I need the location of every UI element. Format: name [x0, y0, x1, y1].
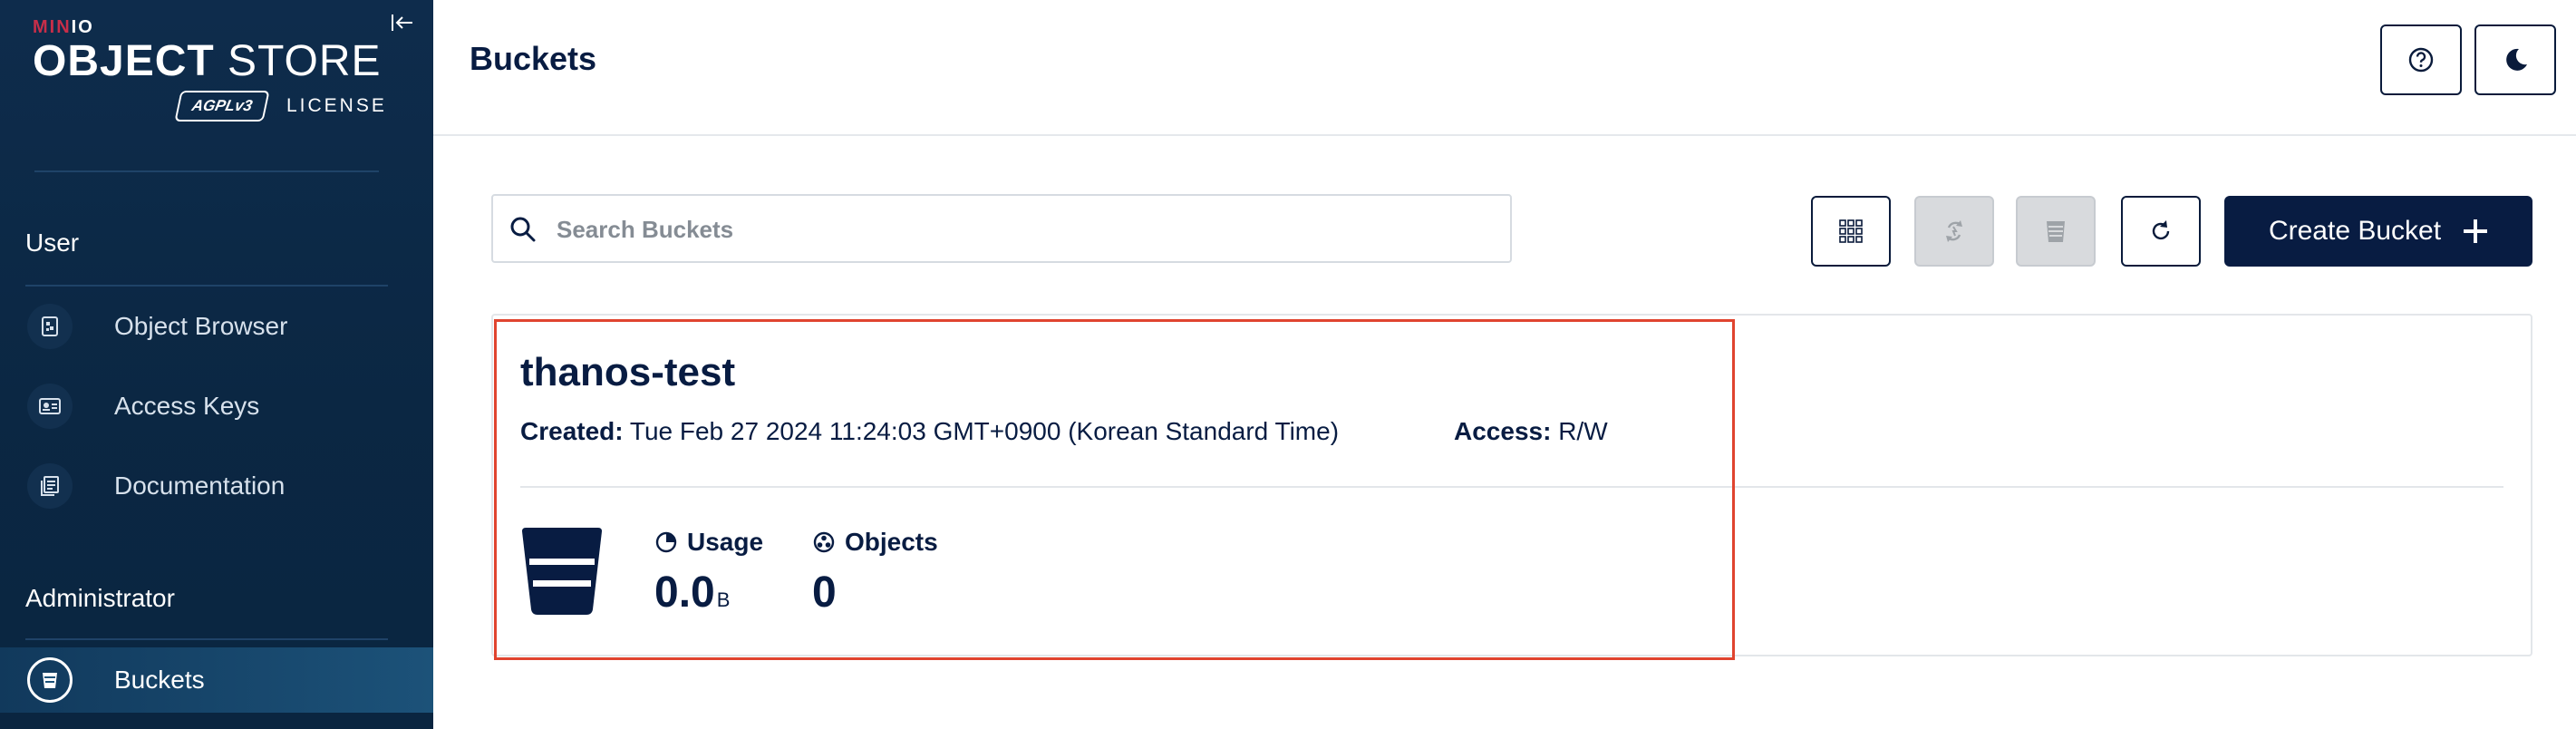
page-title: Buckets	[470, 40, 597, 77]
sidebar-item-object-browser[interactable]: Object Browser	[0, 294, 433, 359]
objects-label: Objects	[845, 528, 938, 556]
license-label: LICENSE	[286, 95, 387, 116]
plus-icon	[2464, 219, 2488, 243]
objects-icon	[813, 531, 835, 553]
grid-view-button[interactable]	[1811, 196, 1891, 267]
grid-view-icon	[1839, 219, 1863, 243]
bucket-divider	[520, 486, 2503, 488]
brand-divider	[34, 170, 379, 172]
refresh-button[interactable]	[2121, 196, 2201, 267]
agpl-badge: AGPLv3	[174, 91, 270, 122]
bucket-icon	[522, 528, 602, 615]
lifecycle-button[interactable]	[2016, 196, 2096, 267]
brand-object: OBJECT	[33, 37, 215, 85]
usage-value: 0.0	[654, 569, 715, 617]
refresh-icon	[2152, 220, 2170, 240]
access-value: R/W	[1558, 417, 1608, 445]
sidebar-item-label: Access Keys	[114, 392, 260, 420]
bucket-list: thanos-test Created: Tue Feb 27 2024 11:…	[491, 314, 2532, 656]
sidebar-item-label: Object Browser	[114, 312, 288, 340]
collapse-icon	[392, 15, 412, 31]
section-label-administrator: Administrator	[25, 584, 175, 612]
documentation-icon	[27, 463, 73, 509]
access-label: Access:	[1454, 417, 1552, 445]
object-browser-icon	[27, 304, 73, 349]
section-label-user: User	[25, 228, 80, 257]
usage-label: Usage	[687, 528, 764, 556]
created-value: Tue Feb 27 2024 11:24:03 GMT+0900 (Korea…	[629, 417, 1340, 445]
sidebar: MINIO OBJECT STORE AGPLv3 LICENSE User O…	[0, 0, 433, 729]
search-field	[491, 194, 1512, 263]
create-bucket-label: Create Bucket	[2268, 216, 2442, 246]
bucket-icon	[27, 657, 73, 703]
section-divider	[25, 285, 388, 287]
brand-store: STORE	[228, 37, 382, 85]
sidebar-item-label: Buckets	[114, 666, 205, 694]
brand-logo[interactable]: MINIO OBJECT STORE AGPLv3 LICENSE	[33, 17, 384, 122]
sidebar-item-documentation[interactable]: Documentation	[0, 453, 433, 519]
objects-value: 0	[812, 569, 837, 617]
created-label: Created:	[520, 417, 624, 445]
help-button[interactable]	[2380, 24, 2462, 95]
objects-metric: Objects 0	[812, 528, 938, 615]
pie-chart-icon	[655, 531, 677, 553]
bucket-created: Created: Tue Feb 27 2024 11:24:03 GMT+09…	[520, 417, 1339, 446]
replication-button[interactable]	[1914, 196, 1994, 267]
lifecycle-icon	[2047, 221, 2065, 242]
brand-minio: MIN	[33, 17, 72, 37]
bucket-card[interactable]: thanos-test Created: Tue Feb 27 2024 11:…	[493, 316, 2531, 655]
access-keys-icon	[27, 384, 73, 429]
section-divider	[25, 638, 388, 640]
bucket-access: Access: R/W	[1454, 417, 1608, 446]
sidebar-item-access-keys[interactable]: Access Keys	[0, 374, 433, 439]
bucket-name[interactable]: thanos-test	[520, 350, 735, 395]
replication-icon	[1946, 220, 1962, 242]
dark-mode-button[interactable]	[2474, 24, 2556, 95]
search-input[interactable]	[557, 209, 1490, 250]
sidebar-item-buckets[interactable]: Buckets	[0, 647, 433, 713]
sidebar-item-label: Documentation	[114, 471, 286, 500]
help-icon	[2408, 47, 2434, 73]
page-header: Buckets	[433, 0, 2576, 136]
search-icon	[510, 217, 536, 242]
brand-io: IO	[71, 17, 94, 37]
create-bucket-button[interactable]: Create Bucket	[2224, 196, 2532, 267]
usage-unit: B	[716, 588, 731, 611]
usage-metric: Usage 0.0B	[654, 528, 763, 622]
dark-mode-icon	[2506, 48, 2527, 71]
collapse-sidebar-button[interactable]	[388, 9, 415, 36]
